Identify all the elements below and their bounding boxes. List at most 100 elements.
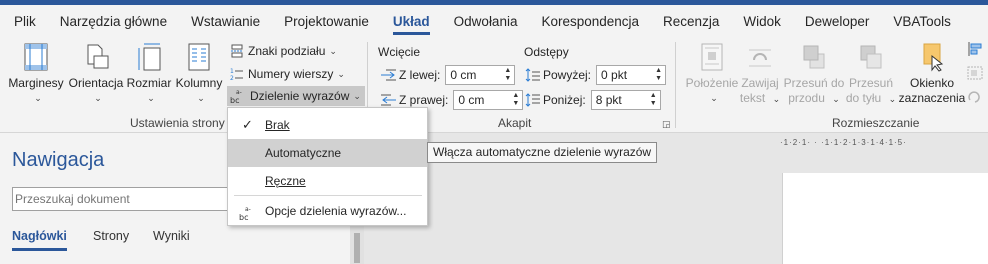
hyphenation-menu: ✓ Brak Automatyczne Ręczne a- bc Opcje d… xyxy=(227,107,428,226)
spin-arrows-icon[interactable]: ▲ ▼ xyxy=(512,92,519,108)
chevron-down-icon: ⌄ xyxy=(329,45,337,56)
send-backward-button[interactable]: Przesuń do tyłu ⌄ xyxy=(843,42,899,107)
breaks-label: Znaki podziału xyxy=(248,44,326,58)
wrap-text-label-1: Zawijaj xyxy=(741,76,779,90)
spacing-after-row: Poniżej: 8 pkt ▲ ▼ xyxy=(525,89,661,111)
tab-vbatools[interactable]: VBATools xyxy=(881,5,963,38)
spacing-before-value: 0 pkt xyxy=(601,68,628,82)
tab-home[interactable]: Narzędzia główne xyxy=(48,5,179,38)
indent-left-label: Z lewej: xyxy=(399,68,441,82)
svg-text:2: 2 xyxy=(230,75,234,81)
spacing-title: Odstępy xyxy=(524,45,569,59)
ribbon: Marginesy ⌄ Orientacja ⌄ Rozmiar ⌄ Kolum… xyxy=(0,38,988,133)
scrollbar-thumb[interactable] xyxy=(354,233,360,263)
chevron-down-icon: ⌄ xyxy=(353,90,361,101)
send-backward-label-1: Przesuń xyxy=(848,76,894,90)
margins-label: Marginesy xyxy=(8,76,64,90)
position-button[interactable]: Położenie ⌄ xyxy=(684,42,740,106)
columns-icon xyxy=(188,43,210,71)
wrap-text-label-2: tekst xyxy=(739,91,766,105)
tab-pages[interactable]: Strony xyxy=(93,229,129,243)
chevron-down-icon: ⌄ xyxy=(94,93,102,103)
spacing-before-input[interactable]: 0 pkt ▲ ▼ xyxy=(596,65,667,85)
svg-text:bc: bc xyxy=(239,213,248,221)
spacing-after-icon xyxy=(525,93,540,107)
orientation-label: Orientacja xyxy=(68,76,124,90)
menu-item-options[interactable]: a- bc Opcje dzielenia wyrazów... xyxy=(228,197,427,225)
selection-pane-icon xyxy=(923,43,944,72)
tab-mailings[interactable]: Korespondencja xyxy=(529,5,651,38)
position-label: Położenie xyxy=(685,76,739,90)
menu-item-none[interactable]: ✓ Brak xyxy=(228,111,427,139)
spin-arrows-icon[interactable]: ▲ ▼ xyxy=(655,67,662,83)
orientation-button[interactable]: Orientacja ⌄ xyxy=(67,42,125,106)
spacing-before-icon xyxy=(525,68,540,82)
hyphenation-icon: a- bc xyxy=(230,89,242,104)
spacing-after-value: 8 pkt xyxy=(595,93,622,107)
indent-left-row: Z lewej: 0 cm ▲ ▼ xyxy=(381,64,516,86)
indent-right-input[interactable]: 0 cm ▲ ▼ xyxy=(453,90,524,110)
breaks-button[interactable]: Znaki podziału ⌄ xyxy=(230,41,337,61)
tab-references[interactable]: Odwołania xyxy=(442,5,530,38)
search-input[interactable] xyxy=(12,187,238,211)
chevron-down-icon: ⌄ xyxy=(888,94,897,104)
menu-item-manual[interactable]: Ręczne xyxy=(228,167,427,195)
tab-design[interactable]: Projektowanie xyxy=(272,5,381,38)
selection-pane-label-1: Okienko xyxy=(909,76,955,90)
chevron-down-icon: ⌄ xyxy=(197,93,205,103)
spin-arrows-icon[interactable]: ▲ ▼ xyxy=(504,67,511,83)
indent-right-value: 0 cm xyxy=(458,93,485,107)
menu-item-automatic[interactable]: Automatyczne xyxy=(228,139,427,167)
size-button[interactable]: Rozmiar ⌄ xyxy=(126,42,172,106)
spin-arrows-icon[interactable]: ▲ ▼ xyxy=(650,92,657,108)
line-numbers-button[interactable]: 1 2 Numery wierszy ⌄ xyxy=(230,64,345,84)
menu-item-manual-label: Ręczne xyxy=(265,174,306,188)
bring-forward-button[interactable]: Przesuń do przodu ⌄ xyxy=(783,42,845,107)
selection-pane-button[interactable]: Okienko zaznaczenia xyxy=(898,42,966,106)
tab-developer[interactable]: Deweloper xyxy=(793,5,882,38)
tab-headings[interactable]: Nagłówki xyxy=(12,229,67,251)
tooltip: Włącza automatyczne dzielenie wyrazów xyxy=(427,142,658,163)
svg-text:bc: bc xyxy=(230,96,239,104)
indent-left-input[interactable]: 0 cm ▲ ▼ xyxy=(445,65,516,85)
orientation-icon xyxy=(87,44,109,69)
send-backward-label-2: do tyłu xyxy=(845,91,882,105)
tab-results[interactable]: Wyniki xyxy=(153,229,190,243)
wrap-text-button[interactable]: Zawijaj tekst ⌄ xyxy=(737,42,783,107)
navigation-title: Nawigacja xyxy=(12,149,105,171)
margins-icon xyxy=(24,43,48,71)
paragraph-group-label: Akapit xyxy=(498,116,532,130)
columns-button[interactable]: Kolumny ⌄ xyxy=(173,42,225,106)
chevron-down-icon: ⌄ xyxy=(710,93,718,103)
rotate-icon[interactable] xyxy=(967,90,983,107)
horizontal-ruler[interactable]: ·1·2·1· · ·1·1·2·1·3·1·4·1·5· xyxy=(780,138,988,150)
page-setup-group-label: Ustawienia strony xyxy=(130,116,225,130)
breaks-icon xyxy=(231,44,243,58)
line-numbers-icon: 1 2 xyxy=(230,68,243,81)
tab-layout[interactable]: Układ xyxy=(381,5,442,38)
menu-item-automatic-label: Automatyczne xyxy=(265,146,342,160)
columns-label: Kolumny xyxy=(175,76,223,90)
tab-file[interactable]: Plik xyxy=(0,5,48,38)
position-icon xyxy=(701,43,723,71)
chevron-down-icon: ⌄ xyxy=(772,94,781,104)
spacing-after-label: Poniżej: xyxy=(543,93,586,107)
chevron-down-icon: ⌄ xyxy=(34,93,42,103)
document-page[interactable] xyxy=(782,173,988,264)
tab-review[interactable]: Recenzja xyxy=(651,5,731,38)
tab-insert[interactable]: Wstawianie xyxy=(179,5,272,38)
hyphenation-button[interactable]: a- bc Dzielenie wyrazów ⌄ xyxy=(227,86,365,106)
dialog-launcher-icon[interactable]: ◲ xyxy=(662,119,671,130)
tab-view[interactable]: Widok xyxy=(731,5,793,38)
spacing-after-input[interactable]: 8 pkt ▲ ▼ xyxy=(590,90,661,110)
selection-pane-label-2: zaznaczenia xyxy=(898,91,966,105)
hyphenation-icon: a- bc xyxy=(239,203,255,231)
send-backward-icon xyxy=(860,45,882,69)
menu-separator xyxy=(234,195,422,196)
chevron-down-icon: ⌄ xyxy=(147,93,155,103)
arrange-group-label: Rozmieszczanie xyxy=(832,116,920,130)
group-objects-icon[interactable] xyxy=(967,66,983,83)
align-icon[interactable] xyxy=(967,42,983,59)
margins-button[interactable]: Marginesy ⌄ xyxy=(6,42,66,106)
menu-item-none-label: Brak xyxy=(265,118,290,132)
